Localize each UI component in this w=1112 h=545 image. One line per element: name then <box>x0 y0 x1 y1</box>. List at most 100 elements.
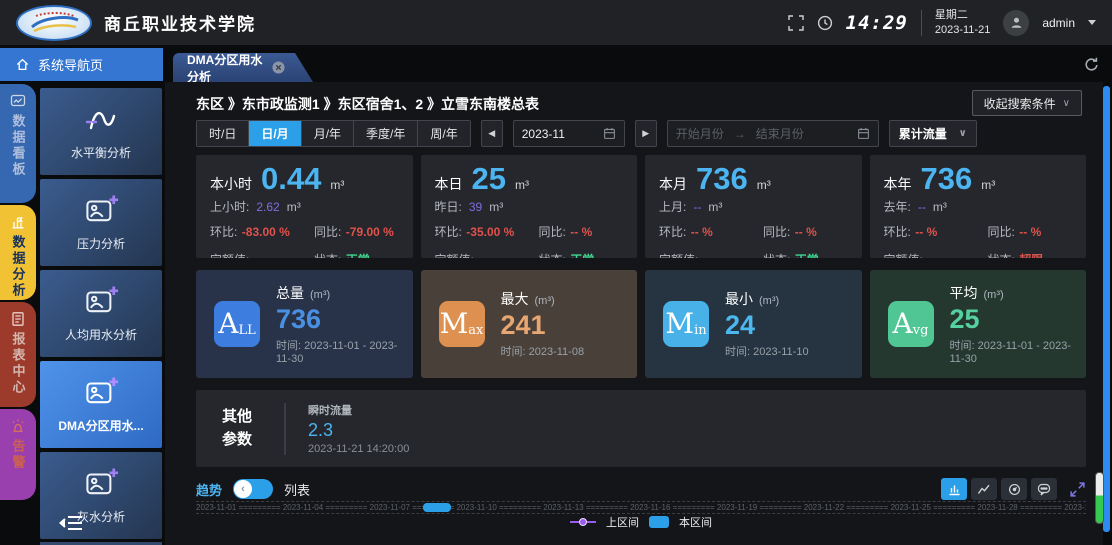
bar-chart-icon[interactable] <box>941 478 967 500</box>
yoy-label: 同比: <box>988 225 1015 239</box>
status-badge: 正常 <box>570 253 594 258</box>
sidebar-item-label: 水平衡分析 <box>71 144 131 161</box>
granularity-week-year[interactable]: 周/年 <box>417 121 469 146</box>
stat-unit: m³ <box>330 178 344 192</box>
refresh-icon[interactable] <box>1083 56 1100 73</box>
prev-label: 上月: <box>659 198 686 215</box>
stat-title: 本小时 <box>210 174 252 194</box>
username[interactable]: admin <box>1042 16 1075 30</box>
fullscreen-icon[interactable] <box>788 15 804 31</box>
tab-dma-partition-water-analysis[interactable]: DMA分区用水分析 <box>173 53 313 82</box>
quota-label: 定额值: <box>659 253 698 258</box>
status-badge: 超限 <box>1019 253 1043 258</box>
yoy-value: -- % <box>795 225 817 239</box>
weekday-label: 星期二 <box>935 8 990 23</box>
summary-card-avg: Avg 平均(m³)25时间: 2023-11-01 - 2023-11-30 <box>870 270 1087 378</box>
trend-label: 趋势 <box>196 480 222 499</box>
dashboard-icon <box>9 93 27 109</box>
date-label: 2023-11-21 <box>935 23 990 38</box>
granularity-quarter-year[interactable]: 季度/年 <box>353 121 417 146</box>
wave-icon <box>81 102 121 136</box>
mini-zoom-slider[interactable] <box>1095 472 1104 524</box>
date-scrubber[interactable]: 2023-11-01 ========= 2023-11-04 ========… <box>196 501 1086 514</box>
stat-value: 736 <box>696 163 748 196</box>
sidebar-item-water-balance[interactable]: 水平衡分析 <box>40 88 162 175</box>
expand-chart-icon[interactable] <box>1069 481 1086 498</box>
upper-range-legend-marker[interactable] <box>570 521 596 523</box>
sidebar-tab-data-dashboard[interactable]: 数据看板 <box>0 84 36 203</box>
legend-label-upper[interactable]: 上区间 <box>606 514 639 530</box>
sidebar-tab-data-analysis[interactable]: 数据分析 <box>0 205 36 300</box>
mom-value: -- % <box>691 225 713 239</box>
metric-select[interactable]: 累计流量 ∨ <box>889 120 977 147</box>
sidebar-item-nav-home[interactable]: 系统导航页 <box>0 48 163 81</box>
user-caret-down-icon[interactable] <box>1088 20 1096 25</box>
badge-sub: ax <box>468 323 483 338</box>
content-panel: 东区 》东市政监测1 》东区宿舍1、2 》立雪东南楼总表 收起搜索条件 ∨ 时/… <box>165 82 1103 545</box>
badge-sub: in <box>694 323 707 338</box>
yoy-label: 同比: <box>314 225 341 239</box>
analysis-icon <box>9 214 27 230</box>
sidebar-item-label: 压力分析 <box>77 235 125 252</box>
comment-icon[interactable] <box>1031 478 1057 500</box>
summary-unit: (m³) <box>310 289 330 301</box>
stat-cards-row: 本小时0.44m³ 上小时:2.62m³ 环比: -83.00 %同比: -79… <box>196 155 1086 258</box>
scrubber-thumb[interactable] <box>423 503 451 512</box>
avatar[interactable] <box>1003 10 1029 36</box>
other-params-title-line1: 其他 <box>222 406 284 429</box>
stat-value: 0.44 <box>261 163 321 196</box>
summary-value: 736 <box>276 304 413 335</box>
summary-label: 总量 <box>276 283 304 303</box>
prev-value: 39 <box>469 200 482 214</box>
sidebar-tab-label: 数据看板 <box>9 114 28 178</box>
calendar-icon <box>603 127 616 140</box>
granularity-hour-day[interactable]: 时/日 <box>197 121 248 146</box>
legend-label-current[interactable]: 本区间 <box>679 514 712 530</box>
yoy-value: -- % <box>570 225 592 239</box>
summary-unit: (m³) <box>984 289 1004 301</box>
granularity-day-month[interactable]: 日/月 <box>248 121 300 146</box>
sidebar-item-dma-partition-water[interactable]: DMA分区用水... <box>40 361 162 448</box>
summary-time: 时间: 2023-11-01 - 2023-11-30 <box>276 337 413 365</box>
month-picker-input[interactable]: 2023-11 <box>513 120 625 147</box>
sidebar-item-pressure-analysis[interactable]: 压力分析 <box>40 179 162 266</box>
prev-label: 上小时: <box>210 198 249 215</box>
stat-title: 本年 <box>884 174 912 194</box>
image-plus-icon <box>82 375 120 409</box>
topbar: 商丘职业技术学院 14:29 星期二 2023-11-21 admin <box>0 0 1112 45</box>
line-chart-icon[interactable] <box>971 478 997 500</box>
alarm-icon <box>9 418 27 434</box>
tabstrip: DMA分区用水分析 <box>165 48 1112 82</box>
collapse-search-button[interactable]: 收起搜索条件 ∨ <box>972 90 1082 116</box>
sidebar-tab-alarm[interactable]: 告警 <box>0 409 36 500</box>
param-timestamp: 2023-11-21 14:20:00 <box>308 443 409 455</box>
next-month-button[interactable]: ▶ <box>635 120 657 147</box>
stat-unit: m³ <box>757 178 771 192</box>
trend-list-toggle[interactable]: ‹ <box>233 479 273 499</box>
sidebar-tab-label: 数据分析 <box>9 235 28 299</box>
tab-close-icon[interactable] <box>272 61 285 74</box>
image-plus-icon <box>82 466 120 500</box>
badge-sub: LL <box>238 323 255 338</box>
stat-unit: m³ <box>515 178 529 192</box>
other-params-title-line2: 参数 <box>222 429 284 452</box>
badge-sub: vg <box>913 323 929 338</box>
status-label: 状态: <box>539 253 566 258</box>
collapse-sidebar-icon[interactable] <box>52 511 92 535</box>
gauge-icon[interactable] <box>1001 478 1027 500</box>
vertical-scrollbar[interactable] <box>1103 86 1110 532</box>
prev-month-button[interactable]: ◀ <box>481 120 503 147</box>
metric-select-value: 累计流量 <box>899 125 947 142</box>
summary-unit: (m³) <box>535 295 555 307</box>
granularity-month-year[interactable]: 月/年 <box>301 121 353 146</box>
mom-label: 环比: <box>884 225 911 239</box>
nav-home-label: 系统导航页 <box>38 55 103 74</box>
sidebar-tab-label: 报表中心 <box>9 332 28 396</box>
month-range-picker[interactable]: 开始月份 → 结束月份 <box>667 120 879 147</box>
sidebar-item-per-capita-water[interactable]: 人均用水分析 <box>40 270 162 357</box>
divider <box>284 403 286 455</box>
topbar-actions: 14:29 星期二 2023-11-21 admin <box>788 8 1096 38</box>
sidebar-tab-report-center[interactable]: 报表中心 <box>0 302 36 407</box>
all-badge-icon: ALL <box>214 301 260 347</box>
current-range-legend-marker[interactable] <box>649 516 669 528</box>
